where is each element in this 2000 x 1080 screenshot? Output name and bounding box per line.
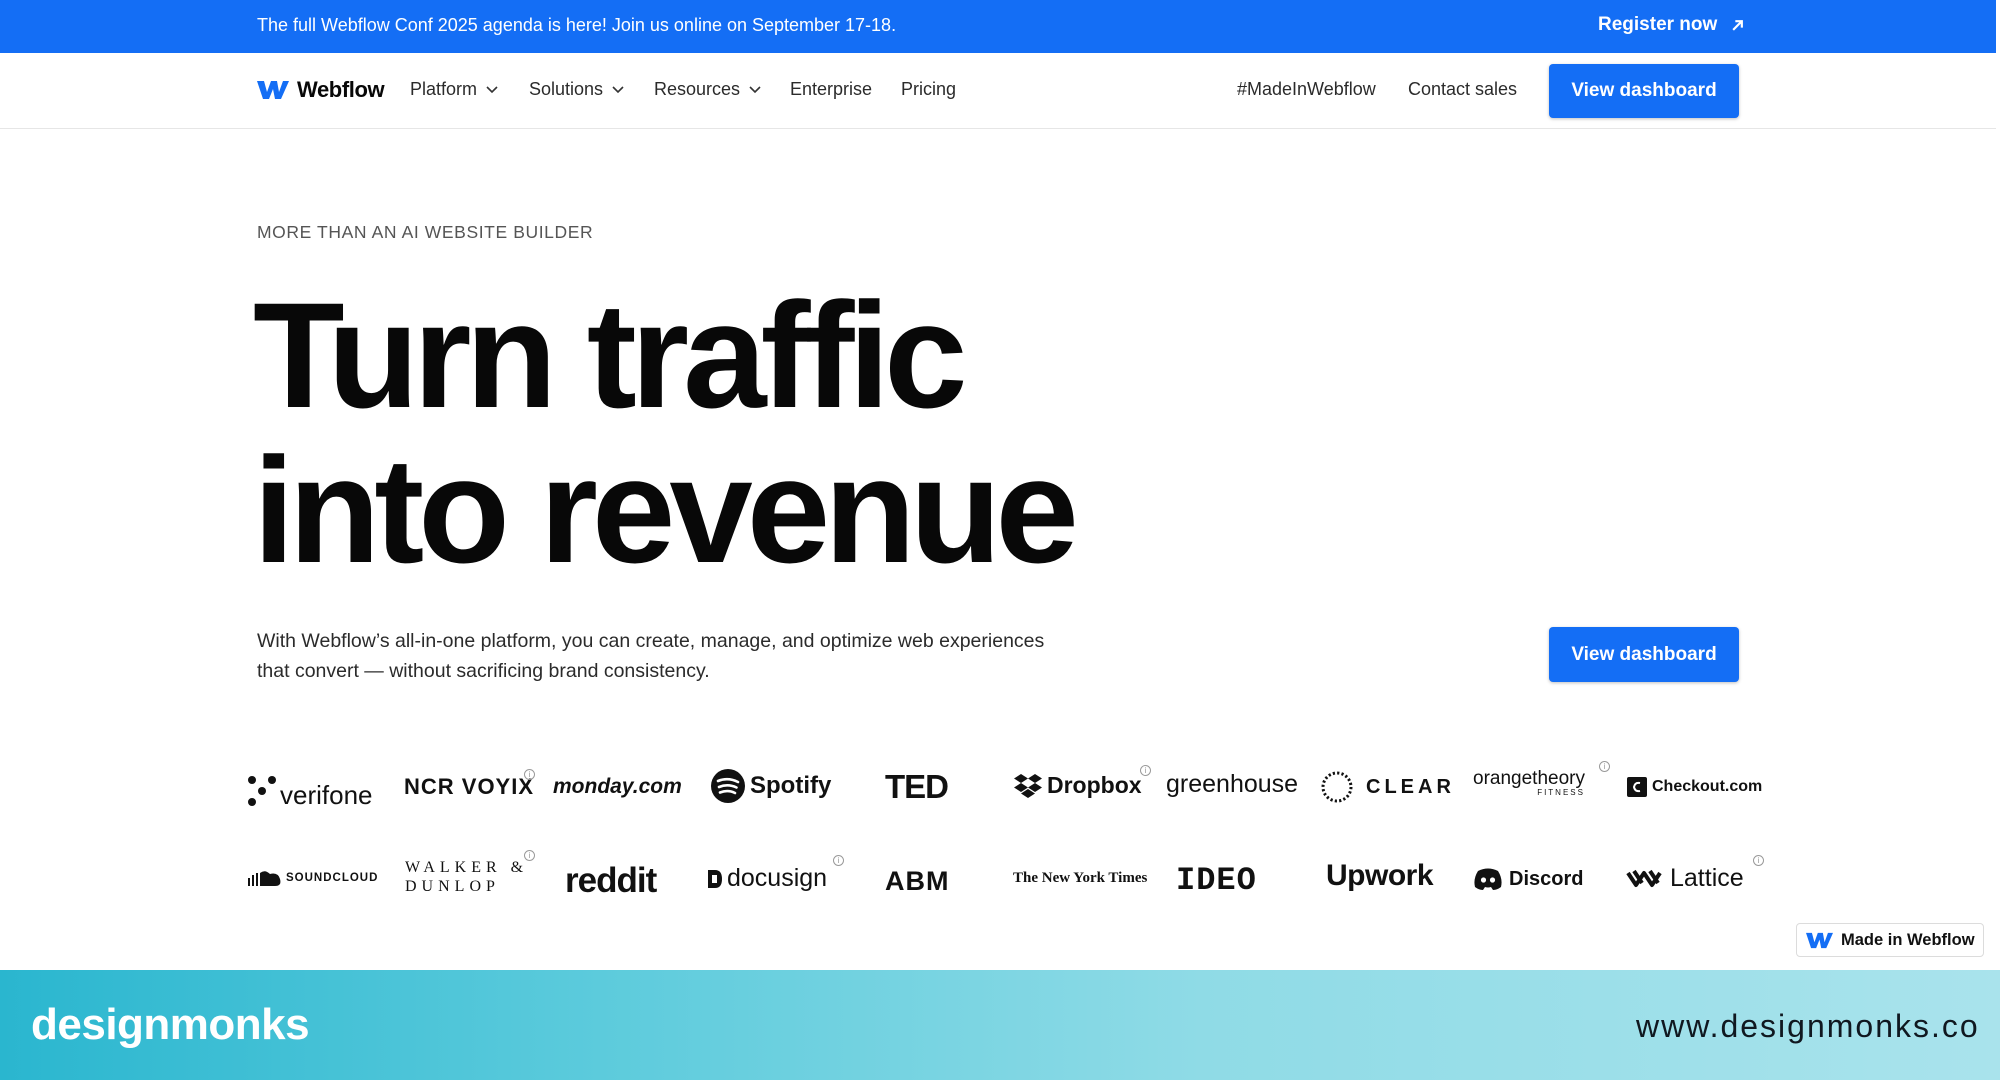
logo-docusign: docusign (706, 864, 827, 893)
verifone-dots-icon (248, 775, 276, 806)
nav-label: Resources (654, 79, 741, 99)
nav-item-platform[interactable]: Platform (410, 79, 498, 100)
logo-monday: monday.com (553, 775, 682, 799)
hero-subtext: With Webflow’s all-in-one platform, you … (257, 626, 1137, 686)
hero-headline: Turn traffic into revenue (253, 271, 1079, 594)
discord-icon (1474, 868, 1502, 890)
subtext-line-1: With Webflow’s all-in-one platform, you … (257, 630, 1045, 652)
logo-dropbox: Dropbox (1013, 772, 1142, 799)
info-icon: i (1599, 761, 1610, 772)
announcement-banner: The full Webflow Conf 2025 agenda is her… (0, 0, 1996, 53)
logo-ideo: IDEO (1176, 862, 1257, 899)
logo-verifone: verifone (247, 770, 373, 811)
nav-label: Contact sales (1408, 79, 1518, 99)
webflow-w-icon (1806, 932, 1833, 948)
logo-text: monday.com (553, 775, 682, 798)
banner-text: The full Webflow Conf 2025 agenda is her… (257, 15, 897, 35)
logo-clear: CLEAR (1320, 770, 1455, 804)
logo-text: The New York Times (1013, 870, 1148, 886)
contact-sales-link[interactable]: Contact sales (1408, 79, 1517, 100)
docusign-icon (708, 869, 722, 888)
nav-item-enterprise[interactable]: Enterprise (790, 79, 872, 100)
logo-text: verifone (280, 780, 373, 810)
logo-reddit: reddit (565, 861, 657, 901)
hero-eyebrow: MORE THAN AN AI WEBSITE BUILDER (257, 222, 594, 242)
logo-text: Upwork (1326, 859, 1434, 892)
made-in-webflow-badge[interactable]: Made in Webflow (1796, 923, 1984, 957)
logo-text: ABM (885, 866, 950, 896)
logo-text: greenhouse (1166, 770, 1299, 798)
logo-text: Spotify (750, 772, 832, 799)
register-now-label: Register now (1598, 14, 1718, 35)
nav-label: Enterprise (790, 79, 873, 99)
logo-text: Dropbox (1047, 772, 1142, 798)
badge-label: Made in Webflow (1841, 930, 1975, 949)
logo-text: docusign (727, 864, 828, 892)
logo-upwork: Upwork (1326, 859, 1434, 893)
spotify-icon (711, 769, 745, 803)
nav-label: Platform (410, 79, 478, 99)
designmonks-logo: designmonks (31, 1000, 310, 1049)
info-icon: i (1753, 855, 1764, 866)
chevron-down-icon (486, 85, 498, 93)
logo-nytimes: The New York Times (1013, 870, 1147, 887)
logo-text: reddit (565, 861, 657, 900)
logo-walker-dunlop: WALKER & DUNLOP (405, 858, 528, 896)
webflow-w-icon (257, 81, 289, 99)
logo-spotify: Spotify (710, 768, 831, 804)
info-icon: i (524, 769, 535, 780)
view-dashboard-button-hero[interactable]: View dashboard (1549, 627, 1739, 682)
nav-label: Solutions (529, 79, 604, 99)
info-icon: i (524, 850, 535, 861)
logo-soundcloud: SOUNDCLOUD (247, 869, 378, 887)
clear-ring-icon (1321, 771, 1353, 803)
logo-checkout: Checkout.com (1626, 776, 1762, 798)
arrow-up-right-icon (1732, 19, 1744, 31)
logo-text: orangetheory (1473, 768, 1585, 789)
nav-item-resources[interactable]: Resources (654, 79, 761, 100)
logo-text-line: DUNLOP (405, 878, 500, 895)
logo-text: CLEAR (1366, 775, 1455, 798)
brand-name: Webflow (297, 77, 385, 102)
nav-label: #MadeInWebflow (1237, 79, 1376, 99)
made-in-webflow-link[interactable]: #MadeInWebflow (1237, 79, 1376, 100)
logo-ncr-voyix: NCR VOYIX (404, 774, 534, 800)
info-icon: i (833, 855, 844, 866)
logo-lattice: Lattice (1626, 864, 1744, 893)
nav-label: Pricing (901, 79, 957, 99)
checkout-icon (1627, 777, 1647, 797)
logo-text-line: WALKER & (405, 859, 529, 876)
soundcloud-icon (248, 871, 281, 886)
logo-orangetheory: orangetheory FITNESS (1473, 768, 1585, 797)
logo-discord: Discord (1473, 867, 1583, 891)
nav-item-solutions[interactable]: Solutions (529, 79, 624, 100)
logo-text: Lattice (1670, 864, 1744, 892)
logo-text: IDEO (1176, 862, 1257, 899)
chevron-down-icon (612, 85, 624, 93)
logo-text: NCR VOYIX (404, 774, 535, 799)
chevron-down-icon (749, 85, 761, 93)
logo-text: SOUNDCLOUD (286, 872, 379, 884)
main-navigation: Webflow Platform Solutions Resources Ent… (0, 53, 1996, 129)
logo-abm: ABM (885, 866, 950, 897)
view-dashboard-button-nav[interactable]: View dashboard (1549, 64, 1739, 118)
headline-line-2: into revenue (253, 426, 1079, 594)
logo-subtext: FITNESS (1537, 788, 1585, 797)
dropbox-icon (1014, 773, 1042, 798)
register-now-link[interactable]: Register now (1598, 14, 1744, 36)
headline-line-1: Turn traffic (253, 271, 968, 439)
designmonks-url: www.designmonks.co (1636, 1008, 1980, 1044)
subtext-line-2: that convert — without sacrificing brand… (257, 660, 710, 682)
logo-greenhouse: greenhouse (1166, 770, 1298, 799)
lattice-icon (1626, 869, 1662, 887)
info-icon: i (1140, 765, 1151, 776)
nav-item-pricing[interactable]: Pricing (901, 79, 956, 100)
webflow-logo[interactable]: Webflow (257, 77, 385, 103)
logo-text: Checkout.com (1652, 778, 1763, 795)
logo-ted: TED (885, 768, 949, 806)
logo-text: TED (885, 768, 949, 805)
logo-text: Discord (1509, 867, 1584, 890)
